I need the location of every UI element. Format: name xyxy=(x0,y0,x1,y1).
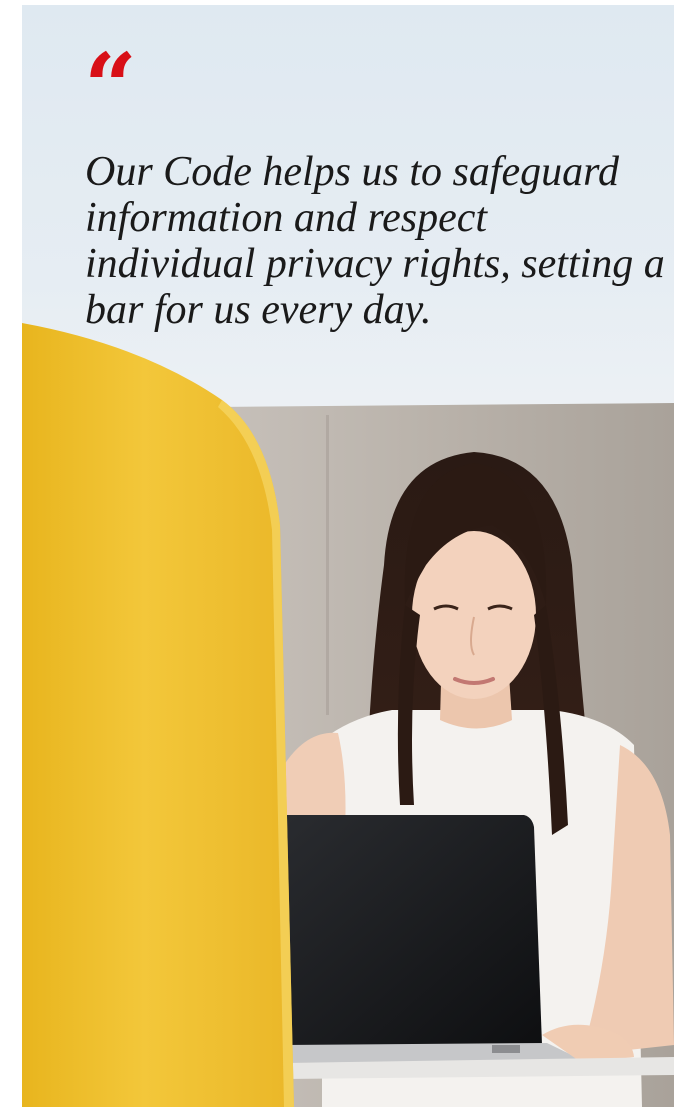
photo-panel: “ Our Code helps us to safeguard informa… xyxy=(22,5,674,1107)
quote-text: Our Code helps us to safeguard informati… xyxy=(85,149,665,333)
quote-mark-icon: “ xyxy=(84,33,137,141)
laptop-port xyxy=(492,1045,520,1053)
booth-wall-seam xyxy=(326,415,329,715)
page: “ Our Code helps us to safeguard informa… xyxy=(0,0,681,1112)
laptop-lid xyxy=(274,815,542,1045)
